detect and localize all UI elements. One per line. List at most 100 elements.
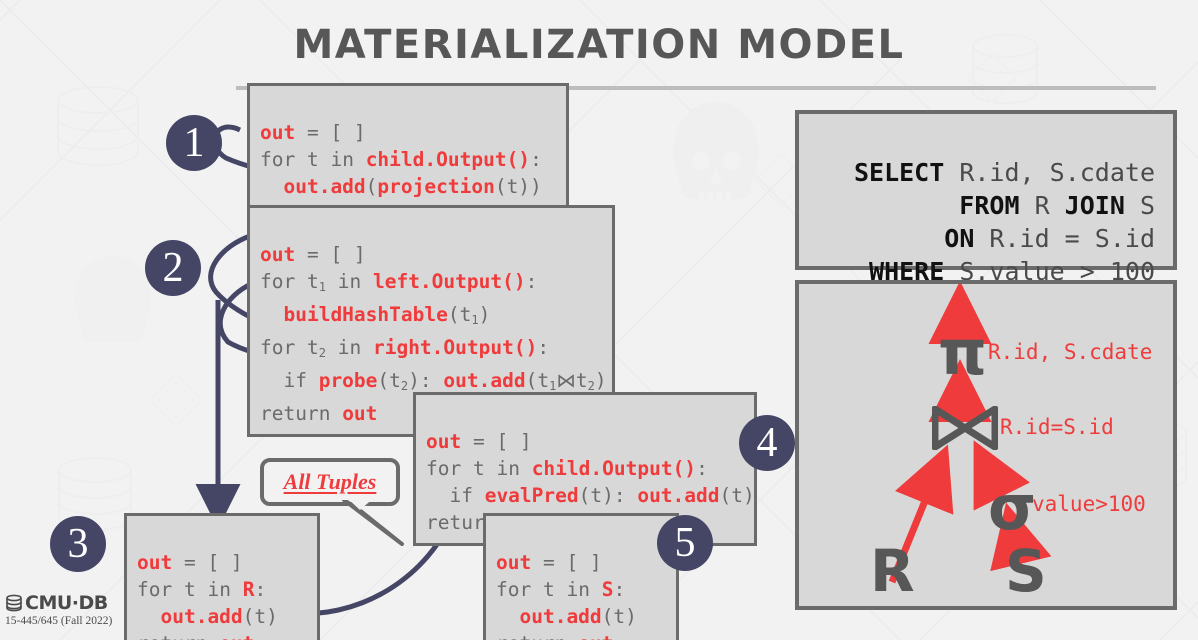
code-token: out.add: [519, 605, 602, 628]
code-token: t: [306, 336, 319, 360]
code-token: out: [426, 430, 462, 453]
code-token: out: [342, 402, 378, 426]
table-s-label: S: [1005, 537, 1047, 605]
query-plan-tree: π R.id, S.cdate R.id=S.id σ value>100 R …: [800, 281, 1176, 608]
code-token: for: [496, 578, 543, 601]
code-token: for: [260, 148, 307, 171]
code-token: projection: [377, 175, 495, 198]
sql-text: R.id, S.cdate: [944, 158, 1155, 187]
code-token: (t): [601, 605, 637, 628]
step-badge-3: 3: [50, 516, 106, 572]
code-token: :: [530, 148, 542, 171]
page-title: MATERIALIZATION MODEL: [293, 22, 905, 68]
code-token: child.Output(): [531, 457, 697, 480]
code-token: R: [242, 578, 255, 601]
code-box-scan-s: out = [ ] for t in S: out.add(t) return …: [483, 513, 679, 640]
code-token: 2: [318, 346, 326, 361]
code-token: (t: [447, 303, 472, 327]
callout-tail: [342, 500, 404, 546]
code-token: :: [613, 578, 626, 601]
code-token: in: [195, 578, 243, 601]
code-token: in: [318, 148, 366, 171]
code-token: out.add: [443, 369, 526, 393]
code-token: for: [260, 336, 307, 360]
code-token: (: [365, 175, 378, 198]
code-token: :: [696, 457, 708, 480]
code-token: right.Output(): [372, 336, 538, 360]
code-token: ): [478, 303, 491, 327]
code-token: (t: [525, 369, 550, 393]
code-token: out: [137, 551, 173, 574]
sql-text: R.id = S.id: [974, 224, 1155, 253]
projection-label: R.id, S.cdate: [988, 340, 1153, 364]
code-token: = [ ]: [172, 551, 243, 574]
code-token: = [ ]: [531, 551, 602, 574]
code-token: (t):: [578, 484, 638, 507]
code-token: t: [306, 270, 319, 293]
cmu-db-logo: CMU·DB 15-445/645 (Fall 2022): [5, 592, 112, 627]
code-token: :: [254, 578, 267, 601]
sql-keyword: ON: [944, 224, 975, 253]
code-token: out: [219, 632, 254, 640]
callout-bubble: All Tuples: [260, 458, 400, 506]
callout-label: All Tuples: [283, 469, 377, 494]
code-token: for: [137, 578, 184, 601]
sql-keyword: SELECT: [853, 158, 945, 187]
code-token: out.add: [637, 484, 720, 507]
code-token: out: [260, 121, 296, 144]
code-token: if: [426, 484, 485, 507]
code-token: t: [183, 578, 196, 601]
course-label: 15-445/645 (Fall 2022): [5, 615, 113, 627]
sql-query-panel: SELECT R.id, S.cdate FROM R JOIN S ON R.…: [795, 110, 1177, 286]
database-icon: [6, 594, 22, 612]
projection-operator-icon: π: [938, 316, 988, 389]
code-token: ):: [408, 369, 444, 393]
code-token: buildHashTable: [283, 303, 448, 327]
code-token: return: [496, 632, 578, 640]
code-token: if: [260, 369, 319, 393]
code-token: in: [554, 578, 602, 601]
code-token: (t): [242, 605, 278, 628]
code-token: 1: [318, 280, 326, 295]
step-badge-2: 2: [145, 240, 201, 296]
code-token: return: [260, 402, 343, 426]
code-token: t: [542, 578, 555, 601]
code-token: for: [260, 270, 307, 293]
code-box-scan-r: out = [ ] for t in R: out.add(t) return …: [124, 513, 320, 640]
code-token: out.add: [283, 175, 366, 198]
code-token: out: [578, 632, 613, 640]
code-token: out: [496, 551, 532, 574]
code-token: return: [137, 632, 219, 640]
select-operator-icon: σ: [988, 471, 1037, 544]
code-token: ): [594, 369, 607, 393]
code-token: child.Output(): [365, 148, 531, 171]
code-token: = [ ]: [295, 243, 366, 266]
join-operator-icon: [932, 406, 998, 450]
sql-text: R: [1019, 191, 1065, 220]
step-badge-5: 5: [657, 515, 713, 571]
join-label: R.id=S.id: [1000, 415, 1114, 439]
code-token: :: [537, 336, 550, 360]
code-token: out: [260, 243, 296, 266]
code-token: in: [484, 457, 532, 480]
step-badge-4: 4: [739, 415, 795, 471]
code-token: ⋈t: [556, 369, 588, 393]
code-token: in: [326, 270, 373, 293]
code-token: in: [326, 336, 373, 360]
slide-canvas: MATERIALIZATION MODEL out = [] for t in…: [0, 0, 1198, 640]
code-token: for: [426, 457, 473, 480]
select-label: value>100: [1032, 492, 1146, 516]
code-token: (t)): [494, 175, 542, 198]
code-token: 1: [471, 313, 479, 328]
table-r-label: R: [870, 537, 915, 605]
code-token: = [ ]: [461, 430, 532, 453]
code-token: :: [525, 270, 538, 293]
code-token: = [ ]: [295, 121, 366, 144]
sql-text: S: [1124, 191, 1155, 220]
code-token: (t): [719, 484, 755, 507]
all-tuples-callout: All Tuples: [260, 458, 404, 546]
code-token: out.add: [160, 605, 243, 628]
code-token: (t: [377, 369, 401, 393]
